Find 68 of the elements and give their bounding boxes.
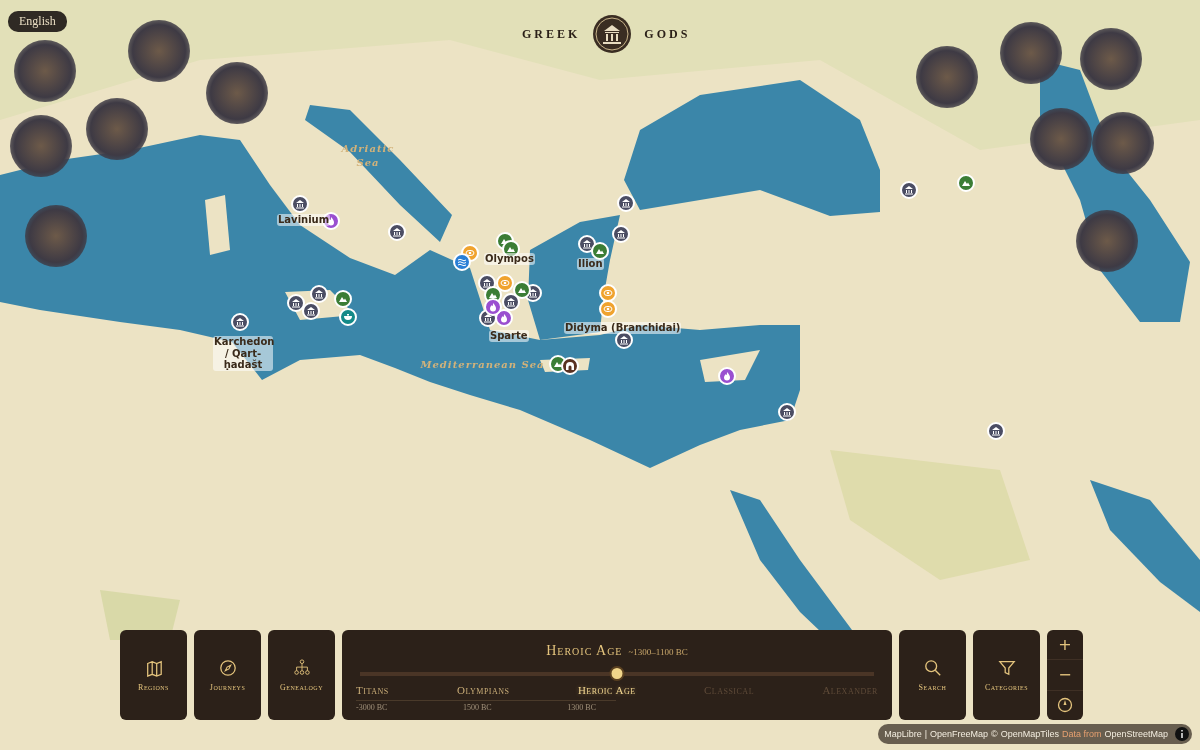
logo-text: GODS	[644, 26, 691, 42]
eye-icon	[603, 304, 613, 314]
attribution-text: ©	[991, 729, 998, 739]
place-label: Sparte	[489, 330, 529, 342]
flame-icon	[722, 371, 732, 381]
temple-icon	[291, 298, 301, 308]
temple-icon	[619, 335, 629, 345]
compass-icon	[1057, 697, 1073, 714]
map-icon	[144, 658, 163, 677]
filter-icon	[997, 658, 1016, 677]
info-icon[interactable]	[1175, 727, 1189, 741]
temple-icon	[482, 278, 492, 288]
zoom-in-button[interactable]: +	[1047, 630, 1083, 661]
era-tab[interactable]: Heroic Age	[577, 684, 636, 696]
temple-icon	[621, 198, 631, 208]
cave-icon	[565, 361, 575, 371]
tool-button[interactable]: Search	[899, 630, 966, 720]
eye-icon	[500, 278, 510, 288]
place-label: Didyma (Branchidai)	[564, 322, 682, 334]
nav-button[interactable]: Genealogy	[268, 630, 335, 720]
temple-icon	[506, 297, 516, 307]
timeline-thumb[interactable]	[609, 666, 625, 681]
temple-pin[interactable]	[302, 302, 320, 320]
bowl-icon	[343, 312, 353, 322]
eye-icon	[465, 248, 475, 258]
attribution-link[interactable]: OpenStreetMap	[1104, 729, 1168, 739]
temple-icon	[295, 199, 305, 209]
nav-button[interactable]: Regions	[120, 630, 187, 720]
tick-label: 1500 BC	[463, 703, 492, 712]
tick-label: -3000 BC	[356, 703, 388, 712]
temple-icon	[904, 185, 914, 195]
temple-icon	[991, 426, 1001, 436]
temple-pin[interactable]	[502, 293, 520, 311]
temple-icon	[314, 289, 324, 299]
tick-label: 1300 BC	[567, 703, 596, 712]
place-label: Lavinium	[277, 214, 331, 226]
attribution-text: Data from	[1061, 729, 1102, 739]
attribution-text: |	[924, 729, 928, 739]
logo-text: GREEK	[522, 26, 581, 42]
era-range: ~1300–1100 BC	[628, 647, 688, 657]
zoom-out-button[interactable]: −	[1047, 660, 1083, 691]
family-tree-icon	[292, 658, 311, 677]
tool-button[interactable]: Categories	[973, 630, 1040, 720]
temple-icon	[616, 229, 626, 239]
temple-icon	[483, 313, 493, 323]
temple-icon	[582, 239, 592, 249]
attribution-link[interactable]: MapLibre	[884, 729, 922, 739]
flame-pin[interactable]	[484, 298, 502, 316]
temple-logo-icon	[592, 14, 633, 54]
place-label: Ilion	[577, 258, 604, 270]
waves-icon	[457, 257, 467, 267]
era-tab[interactable]: Titans	[356, 684, 389, 696]
attribution-link[interactable]: OpenFreeMap	[930, 729, 989, 739]
temple-icon	[392, 227, 402, 237]
temple-icon	[306, 306, 316, 316]
compass-icon	[218, 658, 237, 677]
temple-icon	[235, 317, 245, 327]
nav-button[interactable]: Journeys	[194, 630, 261, 720]
era-tab[interactable]: Olympians	[457, 684, 510, 696]
temple-icon	[528, 288, 538, 298]
attribution-link[interactable]: OpenMapTiles	[1000, 729, 1059, 739]
sea-label: Mediterranean Sea	[420, 358, 545, 372]
eye-icon	[603, 288, 613, 298]
search-icon	[923, 658, 942, 677]
mountain-pin[interactable]	[513, 281, 531, 299]
language-button[interactable]: English	[8, 11, 67, 32]
era-title: Heroic Age	[546, 643, 623, 658]
temple-icon	[782, 407, 792, 417]
